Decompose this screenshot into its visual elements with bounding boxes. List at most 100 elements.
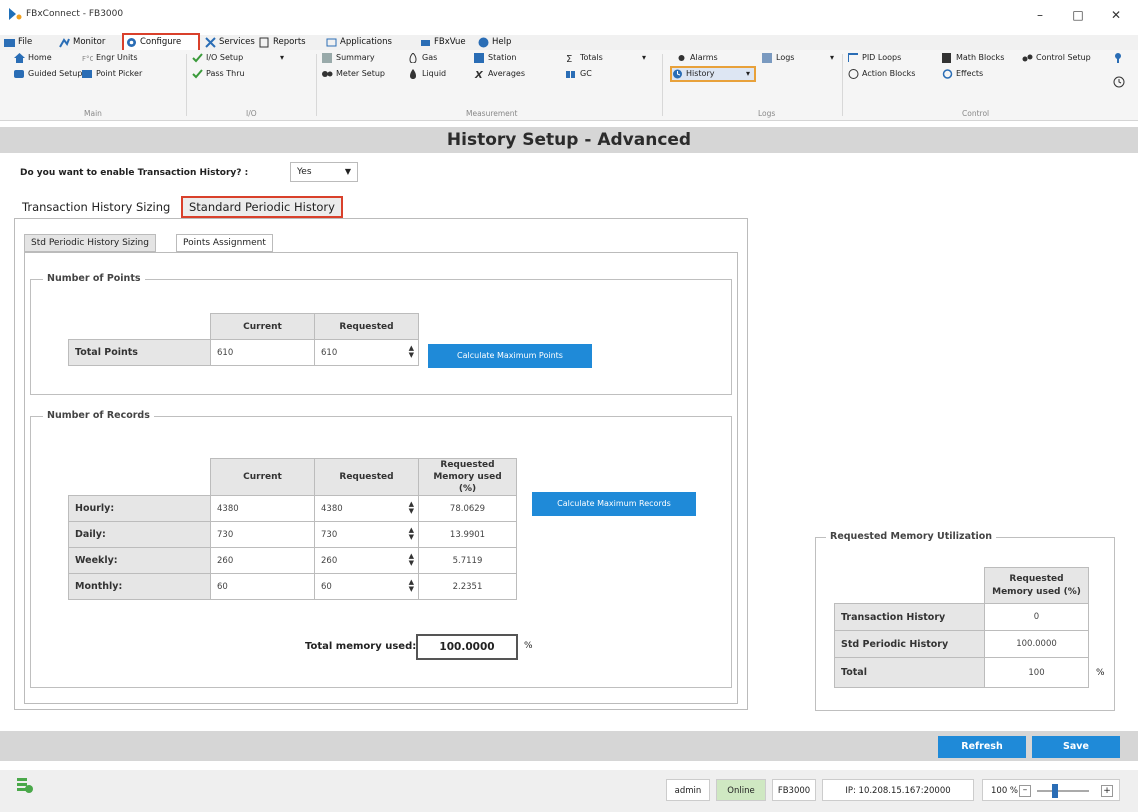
ribbon-math-blocks-button[interactable]: Math Blocks: [942, 52, 1004, 64]
io-dropdown-icon[interactable]: ▾: [280, 52, 284, 64]
ribbon-point-picker-button[interactable]: Point Picker: [82, 68, 142, 80]
ribbon-logs-button[interactable]: Logs: [762, 52, 794, 64]
tab-transaction-history-sizing[interactable]: Transaction History Sizing: [22, 200, 170, 214]
clock-icon[interactable]: [1113, 76, 1127, 88]
zoom-slider-track[interactable]: [1037, 790, 1089, 792]
ribbon-guided-setup-button[interactable]: Guided Setup: [14, 68, 82, 80]
menu-help[interactable]: Help: [476, 35, 511, 50]
menu-fbxvue[interactable]: FBxVue: [418, 35, 466, 50]
enable-transaction-history-select[interactable]: Yes ▼: [290, 162, 358, 182]
effects-label: Effects: [956, 69, 984, 78]
memory-utilization-table: Requested Memory used (%) Transaction Hi…: [834, 567, 1089, 688]
records-row-label: Hourly:: [68, 495, 211, 522]
records-requested-stepper[interactable]: 730 ▲ ▼: [314, 521, 419, 548]
ribbon-gc-button[interactable]: GC: [566, 68, 592, 80]
records-requested-value: 730: [321, 529, 338, 540]
station-label: Station: [488, 53, 517, 62]
summary-icon: [322, 53, 333, 63]
guided-setup-icon: [14, 69, 25, 79]
menu-applications-label: Applications: [340, 37, 392, 47]
close-icon[interactable]: ✕: [1100, 4, 1132, 26]
points-requested-stepper[interactable]: 610 ▲ ▼: [314, 339, 419, 366]
table-row: Weekly: 260 260 ▲ ▼ 5.7119: [68, 547, 517, 574]
tab-standard-periodic-history[interactable]: Standard Periodic History: [181, 196, 343, 218]
calculate-maximum-points-button[interactable]: Calculate Maximum Points: [428, 344, 592, 368]
menu-services[interactable]: Services: [203, 35, 255, 50]
menu-file[interactable]: File: [2, 35, 32, 50]
spinner-arrows-icon[interactable]: ▲ ▼: [409, 579, 414, 593]
memory-util-row-label: Std Periodic History: [834, 630, 985, 658]
ribbon-liquid-button[interactable]: Liquid: [408, 68, 446, 80]
ribbon-summary-button[interactable]: Summary: [322, 52, 375, 64]
zoom-in-button[interactable]: +: [1101, 785, 1113, 797]
ribbon-averages-button[interactable]: X Averages: [474, 68, 525, 81]
save-button[interactable]: Save: [1032, 736, 1120, 758]
ribbon-action-blocks-button[interactable]: Action Blocks: [848, 68, 915, 80]
records-memory-value: 78.0629: [418, 495, 517, 522]
math-blocks-icon: [942, 53, 953, 63]
svg-text:X: X: [474, 70, 484, 79]
ribbon-separator: [316, 54, 317, 116]
refresh-button[interactable]: Refresh: [938, 736, 1026, 758]
station-icon: [474, 53, 485, 63]
ribbon-gas-button[interactable]: Gas: [408, 52, 437, 64]
gc-label: GC: [580, 69, 592, 78]
memory-util-value: 100: [984, 657, 1089, 688]
maximize-icon[interactable]: □: [1062, 4, 1094, 26]
spinner-arrows-icon[interactable]: ▲ ▼: [409, 553, 414, 567]
table-row: Hourly: 4380 4380 ▲ ▼ 78.0629: [68, 495, 517, 522]
calculate-maximum-records-button[interactable]: Calculate Maximum Records: [532, 492, 696, 516]
app-logo-icon: [8, 7, 22, 21]
ribbon-pid-loops-button[interactable]: PID Loops: [847, 52, 901, 64]
menu-configure[interactable]: Configure: [122, 33, 200, 52]
ribbon-pass-thru-button[interactable]: Pass Thru: [192, 68, 245, 80]
records-requested-value: 4380: [321, 503, 343, 514]
spinner-arrows-icon[interactable]: ▲ ▼: [409, 345, 414, 359]
memory-util-unit: %: [1096, 668, 1105, 678]
pid-loops-icon: [847, 53, 859, 63]
ribbon-station-button[interactable]: Station: [474, 52, 516, 64]
ribbon-alarms-button[interactable]: Alarms: [676, 52, 718, 64]
records-row-label: Monthly:: [68, 573, 211, 600]
total-memory-used-label: Total memory used:: [305, 641, 417, 652]
zoom-control: 100 % – +: [982, 779, 1120, 801]
menu-applications[interactable]: Applications: [324, 35, 392, 50]
points-col-requested: Requested: [314, 313, 419, 340]
logs-dropdown-icon[interactable]: ▾: [830, 52, 834, 64]
applications-icon: [326, 37, 337, 48]
spinner-arrows-icon[interactable]: ▲ ▼: [409, 501, 414, 515]
menu-reports[interactable]: Reports: [257, 35, 306, 50]
records-requested-stepper[interactable]: 260 ▲ ▼: [314, 547, 419, 574]
ribbon-effects-button[interactable]: Effects: [942, 68, 983, 80]
table-corner: [835, 568, 985, 604]
ribbon-io-setup-button[interactable]: I/O Setup: [192, 52, 243, 64]
points-col-current: Current: [210, 313, 315, 340]
minimize-icon[interactable]: –: [1024, 4, 1056, 26]
points-table: Current Requested Total Points 610 610 ▲ ▼: [68, 313, 419, 366]
ribbon-home-button[interactable]: Home: [14, 52, 52, 64]
ribbon-totals-button[interactable]: Σ Totals: [566, 52, 603, 65]
zoom-out-button[interactable]: –: [1019, 785, 1031, 797]
subtab-std-periodic-history-sizing[interactable]: Std Periodic History Sizing: [24, 234, 156, 252]
pin-icon[interactable]: [1113, 52, 1123, 64]
zoom-slider-thumb[interactable]: [1052, 784, 1059, 798]
points-row-label: Total Points: [68, 339, 211, 366]
measurement-dropdown-icon[interactable]: ▾: [642, 52, 646, 64]
engr-units-label: Engr Units: [96, 53, 138, 62]
history-clock-icon: [672, 69, 683, 79]
ribbon-meter-setup-button[interactable]: Meter Setup: [322, 68, 385, 80]
check-icon: [192, 69, 203, 79]
memory-util-col-header: Requested Memory used (%): [984, 567, 1089, 604]
ribbon-control-setup-button[interactable]: Control Setup: [1022, 52, 1091, 64]
ribbon-history-button[interactable]: History ▾: [670, 66, 756, 82]
menu-file-label: File: [18, 37, 33, 47]
records-requested-stepper[interactable]: 60 ▲ ▼: [314, 573, 419, 600]
memory-util-value: 0: [984, 603, 1089, 631]
ribbon-engr-units-button[interactable]: F°C Engr Units: [82, 52, 138, 64]
ribbon-separator: [186, 54, 187, 116]
subtab-points-assignment[interactable]: Points Assignment: [176, 234, 273, 252]
spinner-arrows-icon[interactable]: ▲ ▼: [409, 527, 414, 541]
menu-monitor[interactable]: Monitor: [57, 35, 105, 50]
point-picker-icon: [82, 69, 93, 79]
records-requested-stepper[interactable]: 4380 ▲ ▼: [314, 495, 419, 522]
